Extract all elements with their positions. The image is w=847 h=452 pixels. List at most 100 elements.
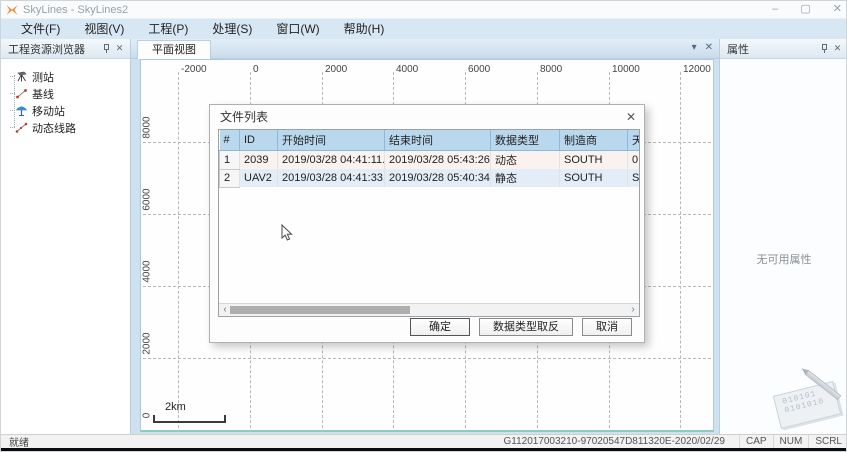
y-axis-label: 4000 [142, 258, 153, 286]
gridline-v [680, 72, 681, 428]
menu-window[interactable]: 窗口(W) [264, 19, 331, 40]
window-title: SkyLines - SkyLines2 [23, 4, 128, 16]
cell-id: UAV2 [240, 169, 278, 187]
x-axis-label: 4000 [396, 64, 418, 75]
tree-item-label: 测站 [32, 69, 54, 85]
pin-icon[interactable] [818, 42, 831, 55]
col-header-start-time[interactable]: 开始时间 [278, 130, 385, 151]
x-axis-label: 2000 [325, 64, 347, 75]
view-tab-strip: 平面视图 ▾ ✕ [131, 39, 719, 59]
cell-manufacturer: SOUTH [560, 169, 628, 187]
app-logo-icon [6, 4, 18, 16]
menu-bar: 文件(F) 视图(V) 工程(P) 处理(S) 窗口(W) 帮助(H) [1, 18, 847, 39]
horizontal-scrollbar[interactable]: ‹ › [219, 303, 639, 316]
cell-start-time: 2019/03/28 04:41:11.000 [278, 151, 385, 170]
y-axis-label: 2000 [142, 330, 153, 358]
x-axis-label: 8000 [540, 64, 562, 75]
tree-item-label: 移动站 [32, 103, 65, 119]
tab-plan-view[interactable]: 平面视图 [137, 40, 211, 59]
y-axis-label: 6000 [142, 186, 153, 214]
x-axis-label: 12000 [683, 64, 711, 75]
project-resource-browser-panel: 工程资源浏览器 ✕ 测站 [1, 39, 131, 434]
app-window: SkyLines - SkyLines2 – ▢ ✕ 文件(F) 视图(V) 工… [0, 0, 847, 452]
tree-item-label: 动态线路 [32, 120, 76, 136]
route-icon [15, 121, 28, 134]
maximize-button[interactable]: ▢ [800, 1, 810, 18]
cell-id: 2039 [240, 151, 278, 170]
properties-panel-title: 属性 [727, 41, 749, 57]
bottom-black-strip [1, 448, 847, 452]
dialog-title: 文件列表 [220, 108, 268, 125]
y-axis-label: 0 [142, 402, 153, 430]
scale-bar [153, 415, 226, 423]
file-list-dialog: 文件列表 ✕ # ID 开始时间 结束时间 数据类型 制造商 天 [209, 104, 645, 343]
cell-data-type: 动态 [491, 151, 560, 170]
cell-start-time: 2019/03/28 04:41:33.200 [278, 169, 385, 187]
baseline-icon [15, 87, 28, 100]
x-axis-label: -2000 [181, 64, 207, 75]
cell-data-type: 静态 [491, 169, 560, 187]
col-header-manufacturer[interactable]: 制造商 [560, 130, 628, 151]
left-panel-close-icon[interactable]: ✕ [113, 42, 126, 55]
cell-index: 1 [220, 151, 240, 170]
col-header-antenna[interactable]: 天 [628, 130, 641, 151]
table-header-row: # ID 开始时间 结束时间 数据类型 制造商 天 [220, 130, 641, 151]
cell-antenna: 0 [628, 151, 641, 170]
tab-dropdown-icon[interactable]: ▾ [692, 42, 697, 53]
menu-help[interactable]: 帮助(H) [332, 19, 397, 40]
menu-view[interactable]: 视图(V) [72, 19, 136, 40]
left-panel-title: 工程资源浏览器 [8, 41, 85, 57]
file-table-container: # ID 开始时间 结束时间 数据类型 制造商 天 1 2039 2019/03… [218, 129, 640, 317]
table-row[interactable]: 1 2039 2019/03/28 04:41:11.000 2019/03/2… [220, 151, 641, 170]
tree-item-station[interactable]: 测站 [1, 68, 130, 85]
x-axis-label: 6000 [468, 64, 490, 75]
properties-panel: 属性 ✕ 无可用属性 010101 0101010 [719, 39, 847, 434]
ok-button[interactable]: 确定 [410, 318, 470, 336]
tree-item-baseline[interactable]: 基线 [1, 85, 130, 102]
no-properties-text: 无可用属性 [720, 251, 847, 267]
cell-index: 2 [220, 169, 240, 187]
col-header-data-type[interactable]: 数据类型 [491, 130, 560, 151]
scrollbar-thumb[interactable] [230, 306, 410, 314]
dialog-title-bar[interactable]: 文件列表 ✕ [210, 105, 644, 128]
tab-close-icon[interactable]: ✕ [705, 42, 713, 53]
tree-item-rover[interactable]: 移动站 [1, 102, 130, 119]
title-bar: SkyLines - SkyLines2 – ▢ ✕ [1, 1, 847, 18]
menu-process[interactable]: 处理(S) [200, 19, 264, 40]
cell-antenna: S8 [628, 169, 641, 187]
properties-panel-close-icon[interactable]: ✕ [831, 42, 844, 55]
status-num-indicator: NUM [773, 435, 809, 449]
table-row[interactable]: 2 UAV2 2019/03/28 04:41:33.200 2019/03/2… [220, 169, 641, 187]
status-serial-text: G112017003210-97020547D811320E-2020/02/2… [503, 436, 739, 447]
col-header-index[interactable]: # [220, 130, 240, 151]
status-caps-indicator: CAP [739, 435, 773, 449]
file-table: # ID 开始时间 结束时间 数据类型 制造商 天 1 2039 2019/03… [219, 130, 640, 188]
gridline-v [178, 72, 179, 428]
y-axis-label: 8000 [142, 114, 153, 142]
scale-bar-label: 2km [165, 401, 186, 413]
col-header-id[interactable]: ID [240, 130, 278, 151]
x-axis-label: 10000 [612, 64, 640, 75]
cancel-button[interactable]: 取消 [582, 318, 632, 336]
invert-data-type-button[interactable]: 数据类型取反 [479, 318, 573, 336]
dialog-close-icon[interactable]: ✕ [626, 110, 636, 124]
cell-end-time: 2019/03/28 05:43:26.000 [385, 151, 491, 170]
properties-panel-header: 属性 ✕ [720, 39, 847, 59]
pin-icon[interactable] [100, 42, 113, 55]
menu-file[interactable]: 文件(F) [9, 19, 72, 40]
scroll-right-icon[interactable]: › [627, 304, 639, 316]
tree-item-dynamic-route[interactable]: 动态线路 [1, 119, 130, 136]
col-header-end-time[interactable]: 结束时间 [385, 130, 491, 151]
rover-icon [15, 104, 28, 117]
gridline-h [143, 358, 711, 359]
menu-project[interactable]: 工程(P) [136, 19, 200, 40]
station-icon [15, 70, 28, 83]
close-button[interactable]: ✕ [833, 1, 842, 18]
minimize-button[interactable]: – [772, 1, 778, 18]
x-axis-label: 0 [253, 64, 259, 75]
watermark-graphic: 010101 0101010 [770, 380, 846, 428]
resource-tree: 测站 基线 移动站 [1, 59, 130, 136]
status-bar: 就绪 G112017003210-97020547D811320E-2020/0… [1, 434, 847, 448]
status-scrl-indicator: SCRL [808, 435, 847, 449]
mouse-cursor [281, 224, 293, 242]
